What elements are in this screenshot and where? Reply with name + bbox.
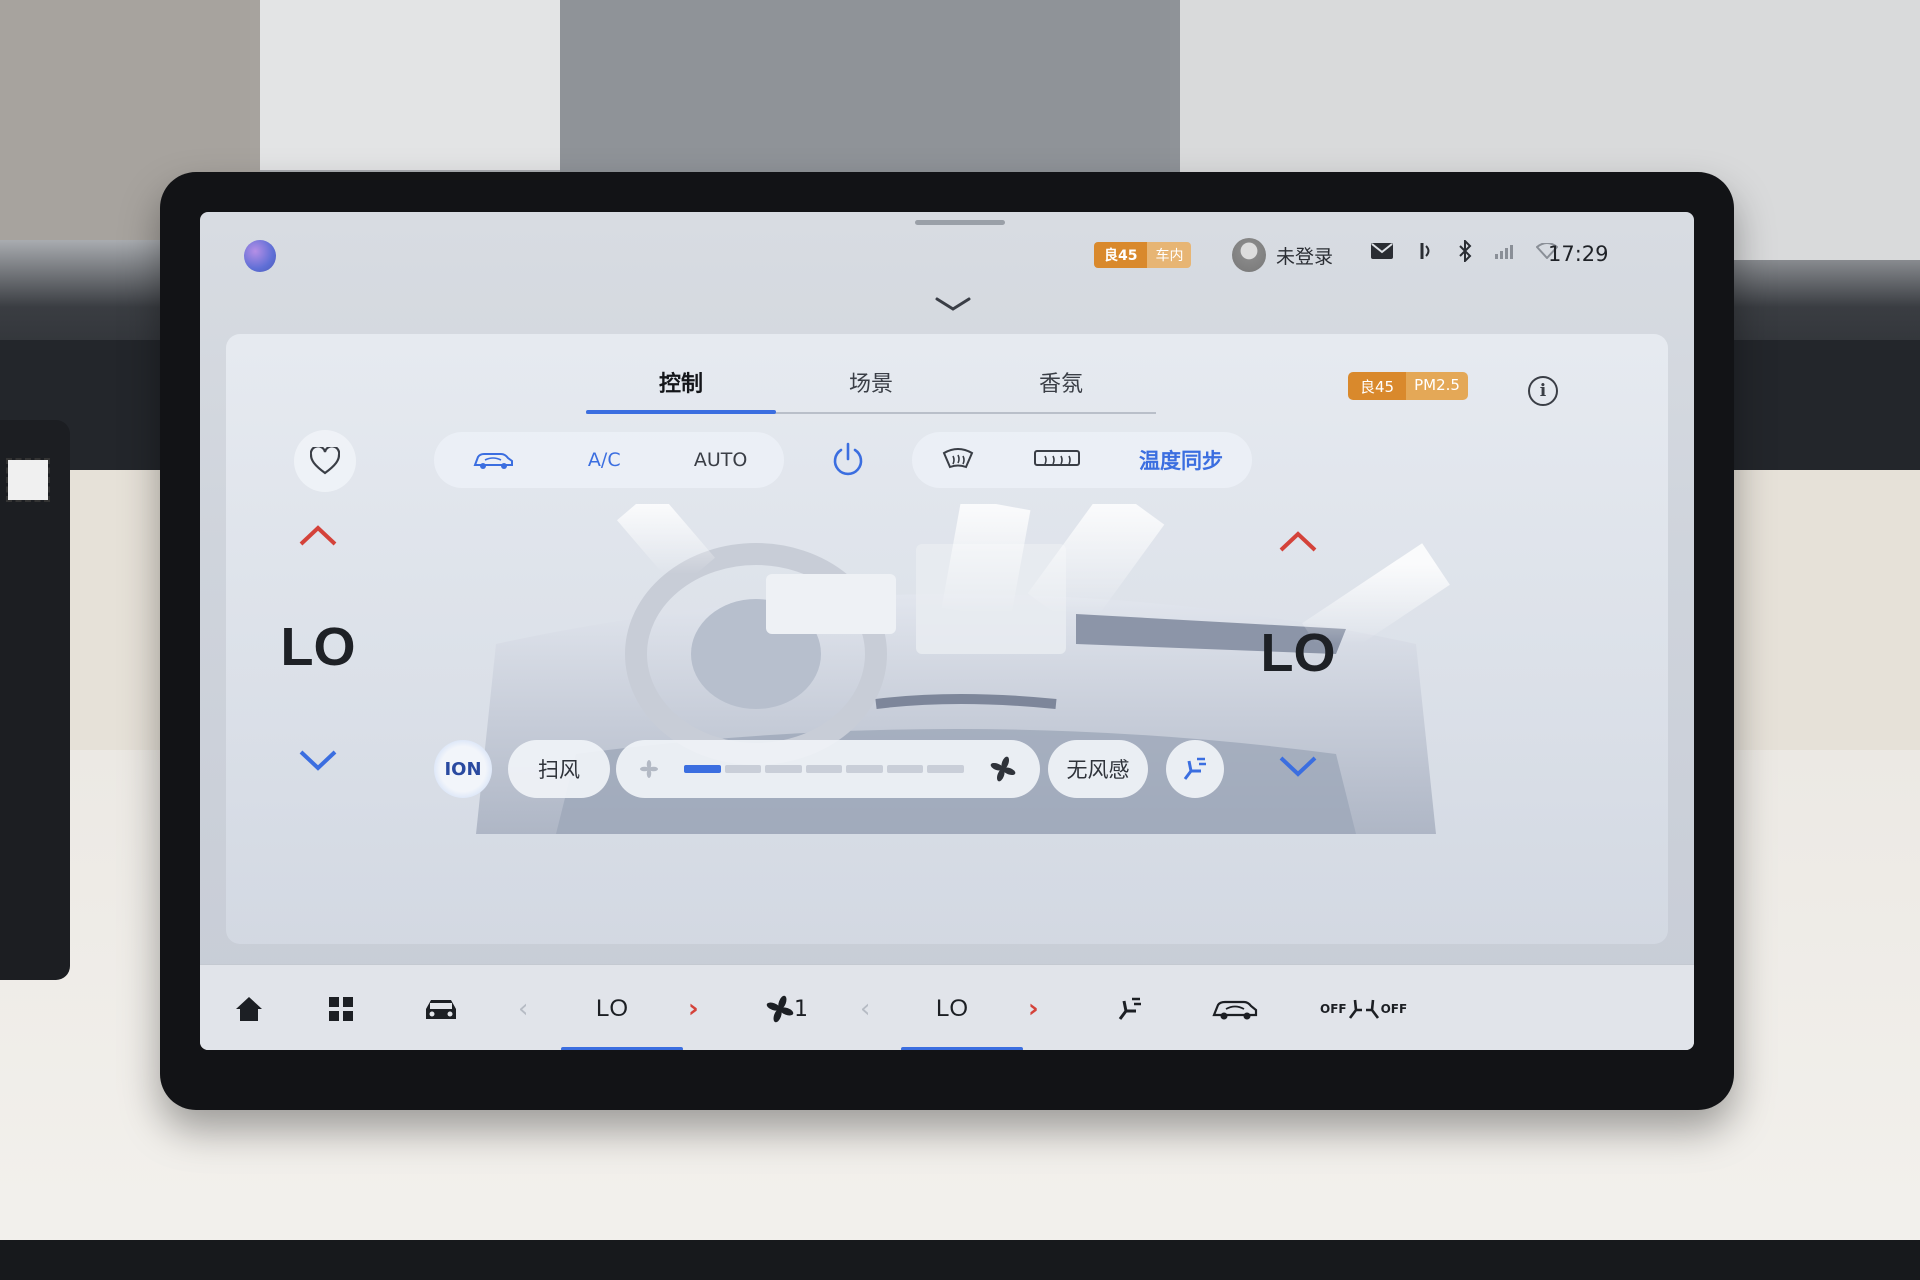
fan-speed-segment[interactable] xyxy=(724,765,762,773)
sweep-button[interactable]: 扫风 xyxy=(508,740,610,798)
defrost-group: 温度同步 xyxy=(912,432,1252,488)
left-display xyxy=(0,420,70,980)
pull-down-handle[interactable] xyxy=(915,220,1005,225)
fan-speed-track[interactable] xyxy=(684,765,965,773)
fan-high-icon[interactable] xyxy=(990,756,1016,782)
passenger-temp-up-icon[interactable] xyxy=(1275,526,1321,556)
dashboard-strip xyxy=(0,1240,1920,1280)
air-quality-badge[interactable]: 良45 车内 xyxy=(1094,242,1192,268)
climate-power-button[interactable] xyxy=(818,430,878,490)
dock-recirculation-button[interactable] xyxy=(1210,987,1260,1031)
assistant-orb-icon[interactable] xyxy=(244,240,276,272)
rear-defrost-icon[interactable] xyxy=(1033,448,1081,472)
ac-toggle[interactable]: A/C xyxy=(588,449,621,471)
climate-panel: 控制 场景 香氛 良45 PM2.5 i A/C AUTO 温度同步 LO LO… xyxy=(226,334,1668,944)
avatar-icon[interactable] xyxy=(1232,238,1266,272)
fan-low-icon[interactable] xyxy=(640,760,658,778)
infotainment-display: 良45 车内 未登录 17:29 控制 场景 香氛 良45 PM2.5 i A/… xyxy=(160,172,1734,1110)
vehicle-button[interactable] xyxy=(422,987,460,1031)
no-wind-feel-button[interactable]: 无风感 xyxy=(1048,740,1148,798)
seat-icon xyxy=(1348,999,1379,1019)
air-quality-location: 车内 xyxy=(1147,242,1192,268)
driver-temperature: LO xyxy=(280,617,356,677)
dock-fan-level: 1 xyxy=(794,996,808,1022)
apps-button[interactable] xyxy=(328,987,354,1031)
tab-scene[interactable]: 场景 xyxy=(776,354,966,412)
auto-toggle[interactable]: AUTO xyxy=(694,449,747,471)
login-status[interactable]: 未登录 xyxy=(1276,242,1333,269)
car-recirculation-icon xyxy=(1212,1000,1258,1020)
fan-speed-segment[interactable] xyxy=(765,765,802,773)
bottom-dock: ‹ LO › 1 ‹ LO › OFF OFF xyxy=(200,964,1694,1050)
front-defrost-icon[interactable] xyxy=(941,447,975,473)
temperature-sync-button[interactable]: 温度同步 xyxy=(1139,445,1223,475)
fan-speed-segment[interactable] xyxy=(684,765,721,773)
passenger-temp-decrease-icon[interactable]: ‹ xyxy=(860,987,870,1031)
apps-grid-icon xyxy=(329,997,353,1021)
dock-seat-heat-button[interactable]: OFF OFF xyxy=(1320,987,1407,1031)
dock-driver-temperature[interactable]: LO xyxy=(596,987,628,1031)
audio-icon[interactable] xyxy=(1416,240,1436,262)
favorite-button[interactable] xyxy=(294,430,356,492)
clock: 17:29 xyxy=(1548,242,1609,266)
passenger-temp-indicator xyxy=(901,1047,1023,1050)
seat-airflow-icon xyxy=(1183,757,1206,780)
bluetooth-icon xyxy=(1459,240,1472,262)
fan-speed-segment[interactable] xyxy=(805,765,843,773)
driver-temp-increase-icon[interactable]: › xyxy=(688,987,699,1031)
air-quality-value: 良45 xyxy=(1094,242,1148,268)
mode-group: A/C AUTO xyxy=(434,432,784,488)
car-recirculation-icon[interactable] xyxy=(471,449,515,471)
info-icon[interactable]: i xyxy=(1528,376,1558,406)
signal-icon xyxy=(1495,245,1513,259)
tab-fragrance[interactable]: 香氛 xyxy=(966,354,1156,412)
fan-speed-segment[interactable] xyxy=(886,765,924,773)
collapse-chevron-icon[interactable] xyxy=(933,294,973,314)
dock-fan-button[interactable]: 1 xyxy=(766,987,808,1031)
dock-passenger-temperature[interactable]: LO xyxy=(936,987,968,1031)
pm25-value: 良45 xyxy=(1348,372,1407,400)
qr-code-sticker xyxy=(6,458,50,502)
background-sky xyxy=(260,0,560,170)
pm25-label: PM2.5 xyxy=(1406,372,1468,400)
pm25-badge[interactable]: 良45 PM2.5 xyxy=(1348,372,1468,400)
airflow-controls: ION 扫风 无风感 xyxy=(226,734,1668,804)
seat-left-off-label: OFF xyxy=(1320,1002,1347,1016)
seat-airflow-icon xyxy=(1118,997,1141,1020)
seat-right-off-label: OFF xyxy=(1380,1002,1408,1016)
fan-speed-segment[interactable] xyxy=(846,765,883,773)
fan-speed-segment[interactable] xyxy=(927,765,965,773)
fan-icon xyxy=(766,995,794,1023)
screen: 良45 车内 未登录 17:29 控制 场景 香氛 良45 PM2.5 i A/… xyxy=(200,212,1694,1050)
home-icon xyxy=(236,997,262,1021)
mail-icon[interactable] xyxy=(1370,242,1394,260)
tab-bar: 控制 场景 香氛 xyxy=(586,354,1156,414)
ion-button[interactable]: ION xyxy=(434,740,492,798)
background-building xyxy=(560,0,1180,200)
home-button[interactable] xyxy=(234,987,264,1031)
status-bar: 良45 车内 未登录 17:29 xyxy=(200,212,1694,282)
driver-temp-up-icon[interactable] xyxy=(295,520,341,550)
heart-icon xyxy=(310,447,340,475)
seat-airflow-button[interactable] xyxy=(1166,740,1224,798)
tab-control[interactable]: 控制 xyxy=(586,354,776,414)
car-front-icon xyxy=(426,1000,456,1019)
status-icons xyxy=(1370,240,1558,262)
driver-temp-indicator xyxy=(561,1047,683,1050)
driver-temp-decrease-icon[interactable]: ‹ xyxy=(518,987,528,1031)
power-icon xyxy=(833,442,863,476)
fan-speed-slider[interactable] xyxy=(616,740,1040,798)
passenger-temp-increase-icon[interactable]: › xyxy=(1028,987,1039,1031)
passenger-temperature: LO xyxy=(1260,623,1336,683)
dock-seat-airflow-button[interactable] xyxy=(1114,987,1146,1031)
